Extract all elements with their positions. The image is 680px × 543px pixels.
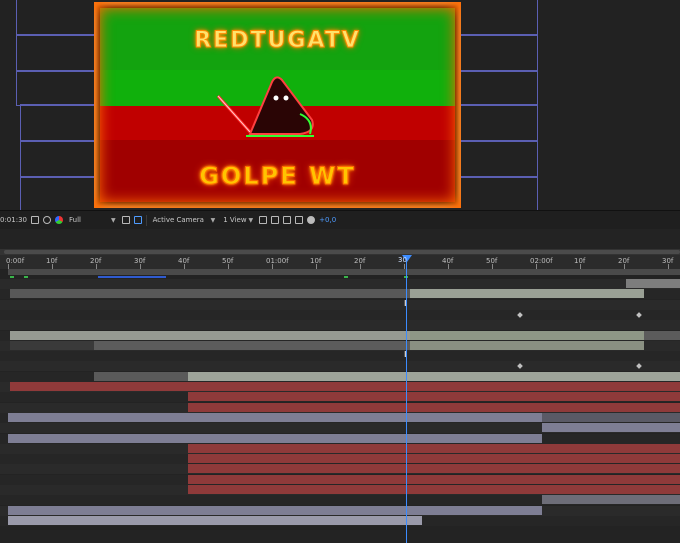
marker (344, 276, 348, 278)
layer-duration-bar[interactable] (8, 515, 422, 525)
layer-track-row[interactable] (0, 474, 680, 485)
layer-track-row[interactable] (0, 289, 680, 300)
layer-track-row[interactable] (0, 299, 680, 310)
composition-frame[interactable]: REDTUGATV GOLPE WT (94, 2, 461, 208)
current-time-indicator[interactable] (406, 259, 407, 543)
layer-track-row[interactable] (0, 371, 680, 382)
layer-track-row[interactable] (0, 392, 680, 403)
timeline-panel[interactable]: 0:00f10f20f30f40f50f01:00f10f20f30f40f50… (0, 229, 680, 543)
layer-track-row[interactable] (0, 495, 680, 506)
chevron-down-icon: ▼ (111, 216, 116, 224)
toggle-pixel-aspect-icon[interactable] (259, 216, 268, 224)
layer-duration-bar[interactable] (10, 330, 410, 340)
layer-track-row[interactable] (0, 433, 680, 444)
layer-track-row[interactable] (0, 330, 680, 341)
fast-previews-icon[interactable] (271, 216, 280, 224)
layer-duration-bar[interactable] (8, 433, 542, 443)
marker (10, 276, 14, 278)
layer-duration-bar[interactable] (410, 330, 644, 340)
layer-track-row[interactable] (0, 443, 680, 454)
color-channel-icon[interactable] (55, 216, 63, 224)
layer-duration-bar[interactable] (10, 382, 680, 391)
layer-duration-bar[interactable] (410, 289, 644, 299)
layer-track-row[interactable] (0, 423, 680, 434)
layer-duration-bar[interactable] (8, 505, 542, 515)
chevron-down-icon: ▼ (210, 216, 216, 224)
layer-track-row[interactable] (0, 320, 680, 331)
layer-track-row[interactable] (0, 351, 680, 362)
layer-track-row[interactable] (0, 515, 680, 526)
layer-track-row[interactable] (0, 279, 680, 289)
layer-track-row[interactable] (0, 412, 680, 423)
layer-duration-bar[interactable] (188, 371, 680, 381)
title-text: REDTUGATV (194, 28, 361, 54)
layer-duration-bar[interactable] (188, 454, 680, 464)
camera-select[interactable]: Active Camera ▼ (151, 216, 218, 224)
subtitle-text: GOLPE WT (199, 162, 356, 191)
layer-duration-bar[interactable] (188, 485, 680, 494)
layer-duration-bar[interactable] (626, 279, 680, 288)
ruler-tick-label: 02:00f (530, 257, 553, 265)
layer-duration-bar[interactable] (8, 412, 542, 422)
layer-duration-bar[interactable] (542, 495, 680, 505)
snapshot-icon[interactable] (31, 216, 39, 224)
composition-viewer[interactable]: REDTUGATV GOLPE WT (0, 0, 680, 210)
timecode-display[interactable]: 0:01:30 (0, 216, 27, 224)
layer-duration-bar[interactable] (94, 340, 410, 350)
chevron-down-icon: ▼ (248, 216, 254, 224)
resolution-value: Full (69, 216, 81, 224)
layer-duration-bar[interactable] (542, 412, 680, 422)
layer-track-row[interactable] (0, 382, 680, 392)
layer-duration-bar[interactable] (644, 330, 680, 340)
layer-track-row[interactable] (0, 454, 680, 465)
layer-duration-bar[interactable] (94, 371, 188, 381)
work-area-marker (98, 276, 166, 278)
show-snapshot-icon[interactable] (43, 216, 51, 224)
layer-duration-bar[interactable] (188, 392, 680, 402)
layer-track-row[interactable] (0, 505, 680, 516)
layer-track-row[interactable] (0, 402, 680, 413)
layer-duration-bar[interactable] (410, 340, 644, 350)
camera-value: Active Camera (152, 216, 204, 224)
time-navigator-handle[interactable] (4, 250, 680, 254)
ruler-tick-label: 01:00f (266, 257, 289, 265)
layer-track-row[interactable] (0, 485, 680, 495)
layer-track-row[interactable] (0, 309, 680, 320)
layer-track-row[interactable] (0, 340, 680, 351)
marker (24, 276, 28, 278)
layer-duration-bar[interactable] (10, 289, 410, 299)
comp-flowchart-icon[interactable] (295, 216, 304, 224)
layer-duration-bar[interactable] (188, 464, 680, 474)
region-of-interest-icon[interactable] (121, 216, 130, 224)
viewer-toolbar: 0:01:30 Full ▼ Active Camera ▼ 1 View ▼ … (0, 210, 680, 230)
layer-track-row[interactable] (0, 464, 680, 475)
current-time-label: 30 (398, 256, 407, 264)
layer-track-row[interactable] (0, 361, 680, 372)
view-layout-select[interactable]: 1 View ▼ (221, 216, 255, 224)
work-area-bar[interactable] (8, 269, 680, 275)
transparency-grid-icon[interactable] (133, 216, 142, 224)
view-layout-value: 1 View (223, 216, 247, 224)
exposure-reset-icon[interactable] (307, 216, 316, 224)
layer-duration-bar[interactable] (542, 423, 680, 433)
layer-duration-bar[interactable] (188, 402, 680, 412)
resolution-select[interactable]: Full ▼ (67, 216, 118, 224)
layer-duration-bar[interactable] (10, 340, 94, 350)
layer-duration-bar[interactable] (188, 474, 680, 484)
timeline-toggle-icon[interactable] (283, 216, 292, 224)
exposure-value[interactable]: +0,0 (319, 216, 336, 224)
layer-duration-bar[interactable] (188, 443, 680, 453)
toolbar-divider (145, 214, 147, 226)
